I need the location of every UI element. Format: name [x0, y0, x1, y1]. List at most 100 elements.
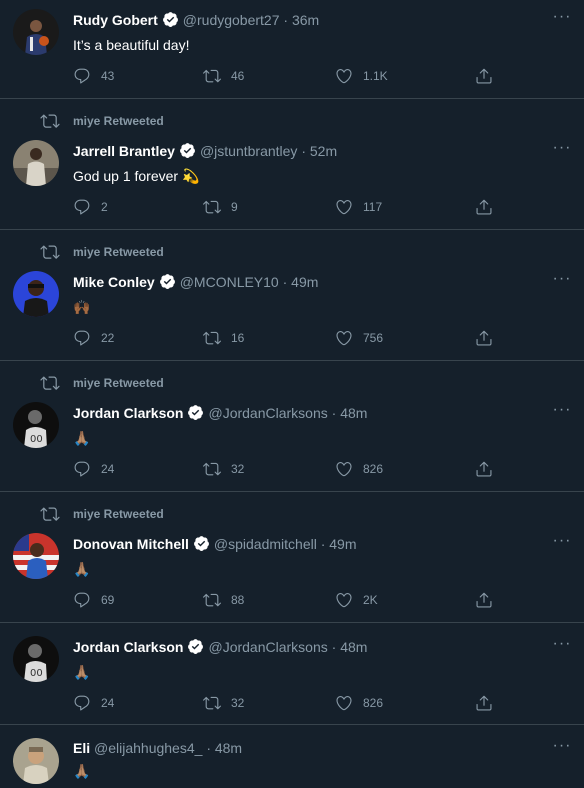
- retweet-context: miye Retweeted: [0, 113, 584, 129]
- share-button[interactable]: [475, 328, 493, 348]
- reply-button[interactable]: 24: [73, 693, 114, 713]
- handle[interactable]: @jstuntbrantley: [200, 143, 297, 159]
- more-options-button[interactable]: ···: [552, 140, 572, 159]
- handle[interactable]: @JordanClarksons: [208, 405, 327, 421]
- share-button[interactable]: [475, 459, 493, 479]
- reply-button[interactable]: 2: [73, 197, 108, 217]
- retweeted-by[interactable]: miye Retweeted: [73, 376, 164, 390]
- timestamp[interactable]: · 36m: [283, 12, 319, 28]
- reply-button[interactable]: 69: [73, 590, 114, 610]
- retweet-button[interactable]: 46: [203, 66, 244, 86]
- share-button[interactable]: [475, 693, 493, 713]
- tweet[interactable]: Rudy Gobert @rudygobert27 · 36m ··· It’s …: [0, 0, 584, 99]
- verified-icon: [159, 274, 175, 289]
- retweet-button[interactable]: 32: [203, 693, 244, 713]
- heart-icon: [336, 331, 352, 346]
- reply-count: 24: [101, 462, 115, 476]
- display-name[interactable]: Jordan Clarkson: [73, 405, 183, 421]
- retweet-icon: [203, 593, 221, 607]
- retweet-button[interactable]: 16: [203, 328, 244, 348]
- timestamp[interactable]: · 49m: [321, 536, 357, 552]
- share-button[interactable]: [475, 66, 493, 86]
- more-options-button[interactable]: ···: [552, 636, 572, 655]
- avatar[interactable]: 00: [13, 402, 59, 448]
- more-options-button[interactable]: ···: [552, 533, 572, 552]
- tweet[interactable]: miye Retweeted Donovan Mitchell @spidadmi…: [0, 492, 584, 623]
- handle[interactable]: @elijahhughes4_: [94, 740, 202, 756]
- retweet-context: miye Retweeted: [0, 506, 584, 522]
- retweet-icon: [40, 114, 60, 128]
- share-icon: [476, 68, 492, 84]
- avatar[interactable]: [13, 738, 59, 784]
- timestamp[interactable]: · 48m: [206, 740, 242, 756]
- reply-button[interactable]: 24: [73, 459, 114, 479]
- retweeted-by[interactable]: miye Retweeted: [73, 245, 164, 259]
- heart-icon: [336, 593, 352, 608]
- avatar[interactable]: [13, 9, 59, 55]
- share-button[interactable]: [475, 590, 493, 610]
- more-options-button[interactable]: ···: [552, 271, 572, 290]
- reply-count: 2: [101, 200, 108, 214]
- tweet-header: Jarrell Brantley @jstuntbrantley · 52m: [73, 142, 337, 162]
- display-name[interactable]: Jordan Clarkson: [73, 639, 183, 655]
- share-icon: [476, 461, 492, 477]
- share-button[interactable]: [475, 197, 493, 217]
- retweet-button[interactable]: 32: [203, 459, 244, 479]
- reply-button[interactable]: 22: [73, 328, 114, 348]
- retweet-count: 88: [231, 593, 245, 607]
- reply-button[interactable]: 43: [73, 66, 114, 86]
- timestamp[interactable]: · 48m: [332, 639, 368, 655]
- retweet-button[interactable]: 88: [203, 590, 244, 610]
- share-icon: [476, 695, 492, 711]
- timestamp[interactable]: · 52m: [301, 143, 337, 159]
- avatar[interactable]: [13, 140, 59, 186]
- like-button[interactable]: 117: [335, 197, 382, 217]
- tweet-text: 🙏🏽: [73, 561, 91, 577]
- retweet-icon: [40, 245, 60, 259]
- tweet[interactable]: miye Retweeted 00 Jordan Clarkson @Jordan…: [0, 361, 584, 492]
- retweeted-by[interactable]: miye Retweeted: [73, 507, 164, 521]
- display-name[interactable]: Rudy Gobert: [73, 12, 158, 28]
- like-button[interactable]: 826: [335, 459, 383, 479]
- handle[interactable]: @JordanClarksons: [208, 639, 327, 655]
- tweet[interactable]: 00 Jordan Clarkson @JordanClarksons · 48m…: [0, 623, 584, 725]
- svg-text:00: 00: [30, 668, 43, 679]
- tweet[interactable]: miye Retweeted Jarrell Brantley @jstuntbr…: [0, 99, 584, 230]
- handle[interactable]: @MCONLEY10: [180, 274, 279, 290]
- tweet-header: Mike Conley @MCONLEY10 · 49m: [73, 273, 318, 293]
- reply-count: 22: [101, 331, 115, 345]
- display-name[interactable]: Mike Conley: [73, 274, 155, 290]
- more-options-button[interactable]: ···: [552, 9, 572, 28]
- display-name[interactable]: Donovan Mitchell: [73, 536, 189, 552]
- reply-icon: [74, 592, 90, 608]
- verified-icon: [188, 639, 204, 654]
- more-options-button[interactable]: ···: [552, 738, 572, 757]
- share-icon: [476, 199, 492, 215]
- handle[interactable]: @spidadmitchell: [214, 536, 317, 552]
- tweet[interactable]: Eli @elijahhughes4_ · 48m ··· 🙏🏽: [0, 725, 584, 788]
- reply-count: 69: [101, 593, 115, 607]
- timestamp[interactable]: · 48m: [332, 405, 368, 421]
- timestamp[interactable]: · 49m: [283, 274, 319, 290]
- heart-icon: [336, 200, 352, 215]
- tweet-header: Jordan Clarkson @JordanClarksons · 48m: [73, 404, 367, 424]
- display-name[interactable]: Eli: [73, 740, 90, 756]
- like-count: 826: [363, 462, 384, 476]
- avatar[interactable]: [13, 533, 59, 579]
- retweet-button[interactable]: 9: [203, 197, 238, 217]
- retweeted-by[interactable]: miye Retweeted: [73, 114, 164, 128]
- like-button[interactable]: 1.1K: [335, 66, 388, 86]
- avatar[interactable]: 00: [13, 636, 59, 682]
- like-count: 826: [363, 696, 384, 710]
- like-button[interactable]: 756: [335, 328, 383, 348]
- handle[interactable]: @rudygobert27: [183, 12, 280, 28]
- avatar[interactable]: [13, 271, 59, 317]
- retweet-icon: [40, 376, 60, 390]
- like-button[interactable]: 2K: [335, 590, 378, 610]
- display-name[interactable]: Jarrell Brantley: [73, 143, 175, 159]
- more-options-button[interactable]: ···: [552, 402, 572, 421]
- verified-icon: [162, 12, 178, 27]
- tweet[interactable]: miye Retweeted Mike Conley @MCONLEY10 · 4…: [0, 230, 584, 361]
- reply-count: 43: [101, 69, 115, 83]
- like-button[interactable]: 826: [335, 693, 383, 713]
